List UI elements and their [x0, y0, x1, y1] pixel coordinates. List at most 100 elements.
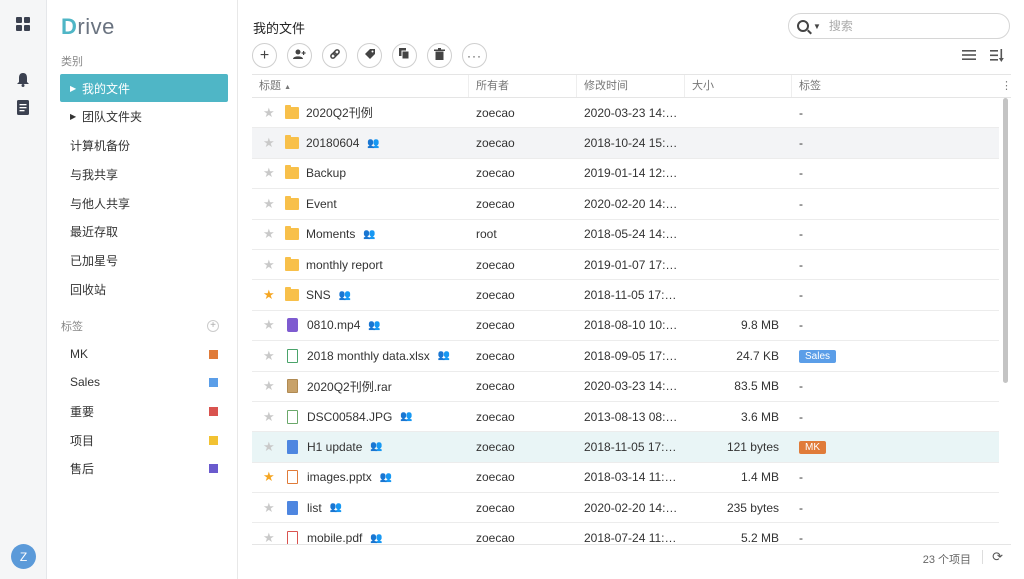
bell-icon[interactable] — [14, 70, 32, 88]
file-name[interactable]: Backup — [306, 166, 346, 180]
tag-button[interactable] — [357, 43, 382, 68]
star-icon[interactable]: ★ — [263, 226, 277, 242]
list-view-icon[interactable] — [961, 47, 977, 63]
file-name[interactable]: 2020Q2刊例 — [306, 104, 373, 121]
table-row[interactable]: ★ 2020Q2刊例.rar zoecao 2020-03-23 14:… 83.5 M… — [252, 372, 999, 402]
star-icon[interactable]: ★ — [263, 409, 277, 425]
column-options-icon[interactable]: ⋮ — [999, 75, 1012, 97]
cell-tag: - — [792, 227, 999, 241]
file-name[interactable]: Event — [306, 197, 337, 211]
file-name[interactable]: 2018 monthly data.xlsx — [307, 349, 430, 363]
table-row[interactable]: ★ DSC00584.JPG 👥 zoecao 2013-08-13 08:… 3.6 M… — [252, 402, 999, 433]
sidebar-item-my-files[interactable]: ▶ 我的文件 — [60, 74, 228, 102]
star-icon[interactable]: ★ — [263, 135, 277, 151]
file-name[interactable]: 2020Q2刊例.rar — [307, 378, 392, 395]
cell-tag: - — [792, 379, 999, 393]
document-icon[interactable] — [14, 98, 32, 116]
column-header-title[interactable]: 标题 ▲ — [252, 75, 469, 97]
star-icon[interactable]: ★ — [263, 165, 277, 181]
folder-icon — [285, 195, 299, 210]
column-header-size[interactable]: 大小 — [685, 75, 792, 97]
table-row[interactable]: ★ 2018 monthly data.xlsx 👥 zoecao 2018-09-05… — [252, 341, 999, 372]
table-row[interactable]: ★ 0810.mp4 👥 zoecao 2018-08-10 10:… 9.8 MB - — [252, 311, 999, 342]
column-header-owner[interactable]: 所有者 — [469, 75, 577, 97]
sidebar-tag-after-sales[interactable]: 售后 — [60, 454, 228, 482]
scrollbar[interactable] — [1003, 98, 1008, 383]
create-button[interactable]: + — [252, 43, 277, 68]
table-row[interactable]: ★ mobile.pdf 👥 zoecao 2018-07-24 11:… 5.2 MB - — [252, 523, 999, 544]
star-icon[interactable]: ★ — [263, 500, 277, 516]
sidebar-tag-important[interactable]: 重要 — [60, 397, 228, 425]
cell-tag: - — [792, 166, 999, 180]
refresh-icon[interactable]: ⟳ — [992, 549, 1003, 565]
sidebar-tag-mk[interactable]: MK — [60, 340, 228, 368]
table-row[interactable]: ★ SNS 👥 zoecao 2018-11-05 17:… - — [252, 280, 999, 311]
sidebar-item-computer-backup[interactable]: 计算机备份 — [60, 131, 228, 159]
share-button[interactable] — [287, 43, 312, 68]
search-input[interactable] — [828, 19, 989, 33]
file-name[interactable]: 20180604 — [306, 136, 359, 150]
table-row[interactable]: ★ images.pptx 👥 zoecao 2018-03-14 11:… 1.4 MB… — [252, 463, 999, 494]
star-icon[interactable]: ★ — [263, 196, 277, 212]
table-row[interactable]: ★ list 👥 zoecao 2020-02-20 14:… 235 bytes - — [252, 493, 999, 524]
table-row[interactable]: ★ 20180604 👥 zoecao 2018-10-24 15:… - — [252, 128, 999, 159]
search-icon[interactable] — [797, 20, 809, 32]
file-name[interactable]: images.pptx — [307, 470, 372, 484]
file-name[interactable]: 0810.mp4 — [307, 318, 360, 332]
sidebar-item-team-folder[interactable]: ▶ 团队文件夹 — [60, 102, 228, 130]
cell-owner: zoecao — [476, 531, 515, 544]
star-icon[interactable]: ★ — [263, 105, 277, 121]
copy-button[interactable] — [392, 43, 417, 68]
sidebar-tag-sales[interactable]: Sales — [60, 368, 228, 396]
table-row[interactable]: ★ Backup zoecao 2019-01-14 12:… - — [252, 159, 999, 190]
shared-users-icon: 👥 — [370, 532, 383, 544]
file-name[interactable]: Moments — [306, 227, 355, 241]
delete-button[interactable] — [427, 43, 452, 68]
table-row[interactable]: ★ Event zoecao 2020-02-20 14:… - — [252, 189, 999, 220]
sort-icon[interactable] — [989, 47, 1005, 63]
list-footer: 23 个项目 ⟳ — [252, 544, 1011, 568]
tag-badge[interactable]: MK — [799, 441, 826, 455]
file-name[interactable]: list — [307, 501, 322, 515]
star-icon[interactable]: ★ — [263, 530, 277, 544]
sidebar-item-starred[interactable]: 已加星号 — [60, 246, 228, 274]
cell-modified: 2018-08-10 10:… — [584, 318, 678, 333]
cell-owner: zoecao — [476, 379, 515, 394]
search-box[interactable]: ▼ — [788, 13, 1010, 39]
file-name[interactable]: monthly report — [306, 258, 383, 272]
cell-title: ★ SNS 👥 — [252, 287, 469, 303]
chevron-down-icon[interactable]: ▼ — [813, 22, 821, 31]
star-icon[interactable]: ★ — [263, 469, 277, 485]
star-icon[interactable]: ★ — [263, 317, 277, 333]
add-tag-icon[interactable]: + — [207, 320, 219, 332]
avatar[interactable]: Z — [11, 544, 36, 569]
sidebar-item-shared-with-me[interactable]: 与我共享 — [60, 160, 228, 188]
star-icon[interactable]: ★ — [263, 439, 277, 455]
link-button[interactable] — [322, 43, 347, 68]
cell-modified: 2018-11-05 17:… — [584, 288, 677, 303]
star-icon[interactable]: ★ — [263, 348, 277, 364]
cell-owner: zoecao — [476, 105, 515, 120]
apps-icon[interactable] — [14, 15, 32, 33]
cell-title: ★ list 👥 — [252, 500, 469, 516]
star-icon[interactable]: ★ — [263, 378, 277, 394]
table-row[interactable]: ★ Moments 👥 root 2018-05-24 14:… - — [252, 220, 999, 250]
table-row[interactable]: ★ H1 update 👥 zoecao 2018-11-05 17:… 121 byte… — [252, 432, 999, 463]
star-icon[interactable]: ★ — [263, 257, 277, 273]
file-name[interactable]: DSC00584.JPG — [307, 410, 392, 424]
file-name[interactable]: SNS — [306, 288, 331, 302]
column-header-tags[interactable]: 标签 — [792, 75, 999, 97]
table-row[interactable]: ★ 2020Q2刊例 zoecao 2020-03-23 14:… - — [252, 98, 999, 129]
file-name[interactable]: H1 update — [307, 440, 362, 454]
file-name[interactable]: mobile.pdf — [307, 531, 362, 544]
more-icon: ··· — [467, 48, 482, 63]
sidebar-tag-project[interactable]: 项目 — [60, 426, 228, 454]
star-icon[interactable]: ★ — [263, 287, 277, 303]
sidebar-item-recycle-bin[interactable]: 回收站 — [60, 275, 228, 303]
table-row[interactable]: ★ monthly report zoecao 2019-01-07 17:… - — [252, 250, 999, 281]
sidebar-item-recent[interactable]: 最近存取 — [60, 217, 228, 245]
more-button[interactable]: ··· — [462, 43, 487, 68]
column-header-modified[interactable]: 修改时间 — [577, 75, 685, 97]
sidebar-item-shared-with-others[interactable]: 与他人共享 — [60, 189, 228, 217]
tag-badge[interactable]: Sales — [799, 350, 837, 364]
